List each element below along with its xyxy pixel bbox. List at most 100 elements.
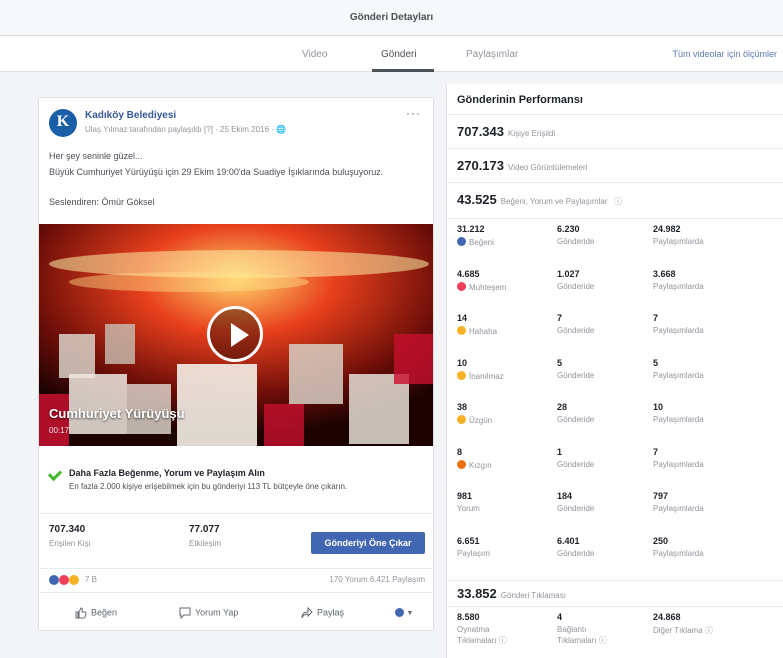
sad-reaction-icon (457, 415, 466, 424)
all-videos-metrics-link[interactable]: Tüm videolar için ölçümler (672, 49, 777, 59)
post-meta: Ulaş Yılmaz tarafından paylaşıldı [?] · … (85, 125, 286, 134)
clicks-value: 33.852 (457, 586, 497, 601)
play-clicks-value: 8.580 (457, 612, 480, 622)
breakdown-label: Gönderide (557, 549, 594, 558)
sad-reaction-icon (69, 575, 79, 585)
divider (447, 580, 783, 581)
play-button[interactable] (207, 306, 263, 362)
info-icon[interactable]: ⓘ (614, 197, 622, 206)
tab-post[interactable]: Gönderi (381, 49, 417, 60)
post-meta-text: Ulaş Yılmaz tarafından paylaşıldı [?] · … (85, 125, 277, 134)
post-actions: Beğen Yorum Yap Paylaş ▼ (39, 592, 433, 630)
play-icon (231, 323, 249, 347)
breakdown-cell-on-post: 6.401 Gönderide (557, 536, 594, 558)
play-clicks-cell: 8.580 Oynatma Tıklamaları ⓘ (457, 612, 507, 646)
video-duration: 00:17 (49, 426, 70, 435)
breakdown-label-text: Gönderide (557, 370, 595, 380)
like-button[interactable]: Beğen (75, 607, 117, 619)
audience-selector[interactable]: ▼ (395, 607, 413, 618)
breakdown-label: Paylaşımlarda (653, 415, 704, 424)
breakdown-label: Gönderide (557, 237, 594, 246)
info-icon[interactable]: ⓘ (599, 636, 607, 645)
breakdown-value: 6.230 (557, 224, 580, 234)
breakdown-label: Paylaşımlarda (653, 504, 704, 513)
boost-suggestion: Daha Fazla Beğenme, Yorum ve Paylaşım Al… (39, 456, 433, 514)
page-name[interactable]: Kadıköy Belediyesi (85, 110, 176, 121)
post-text-line-1: Her şey seninle güzel... (49, 151, 143, 161)
breakdown-value: 8 (457, 446, 463, 457)
breakdown-value: 6.651 (457, 535, 480, 546)
breakdown-label: Gönderide (557, 504, 594, 513)
breakdown-label: Kızgın (457, 459, 492, 470)
breakdown-label: Muhteşem (457, 281, 507, 292)
breakdown-value: 250 (653, 535, 669, 546)
info-icon[interactable]: ⓘ (705, 626, 713, 635)
reaction-count[interactable]: 7 B (85, 575, 97, 584)
breakdown-label: Paylaşımlarda (653, 237, 704, 246)
breakdown-label: Gönderide (557, 415, 594, 424)
engagement-total-label: Beğeni, Yorum ve Paylaşımlar (500, 197, 608, 206)
video-thumbnail[interactable]: Cumhuriyet Yürüyüşü 00:17 (39, 224, 433, 446)
breakdown-label-text: Paylaşımlarda (653, 548, 704, 558)
breakdown-cell-on-shares: 7 Paylaşımlarda (653, 447, 704, 469)
tab-shares[interactable]: Paylaşımlar (466, 49, 518, 60)
boost-post-button[interactable]: Gönderiyi Öne Çıkar (311, 532, 425, 554)
play-clicks-label-2: Tıklamaları ⓘ (457, 635, 507, 646)
breakdown-cell-on-shares: 3.668 Paylaşımlarda (653, 269, 704, 291)
reach-summary: 707.343 Kişiye Erişildi (457, 124, 555, 139)
post-card: K Kadıköy Belediyesi Ulaş Yılmaz tarafın… (38, 97, 434, 631)
link-clicks-value: 4 (557, 612, 563, 622)
play-clicks-label-1: Oynatma (457, 625, 490, 634)
tab-bar: Video Gönderi Paylaşımlar Tüm videolar i… (0, 36, 783, 72)
breakdown-cell-on-post: 7 Gönderide (557, 313, 594, 335)
breakdown-value: 4.685 (457, 268, 480, 279)
performance-heading: Gönderinin Performansı (457, 94, 583, 106)
breakdown-cell-total: 4.685 Muhteşem (457, 269, 506, 292)
info-icon[interactable]: ⓘ (499, 636, 507, 645)
comment-button[interactable]: Yorum Yap (179, 607, 238, 619)
post-performance-panel: Gönderinin Performansı 707.343 Kişiye Eri… (446, 84, 783, 658)
breakdown-value: 28 (557, 402, 568, 412)
tab-video[interactable]: Video (302, 49, 327, 60)
breakdown-label-text: Muhteşem (469, 282, 507, 292)
comments-shares-count[interactable]: 170 Yorum 6.421 Paylaşım (329, 575, 425, 584)
divider (447, 148, 783, 149)
boost-title: Daha Fazla Beğenme, Yorum ve Paylaşım Al… (69, 468, 265, 478)
breakdown-label-text: Paylaşım (457, 548, 490, 558)
reach-value: 707.343 (457, 124, 504, 139)
breakdown-value: 981 (457, 491, 473, 501)
breakdown-cell-on-shares: 24.982 Paylaşımlarda (653, 224, 704, 246)
share-button[interactable]: Paylaş (301, 607, 344, 619)
breakdown-cell-on-post: 28 Gönderide (557, 402, 594, 424)
other-clicks-cell: 24.868 Diğer Tıklama ⓘ (653, 612, 713, 636)
breakdown-label-text: Gönderide (557, 326, 595, 335)
angry-reaction-icon (457, 459, 466, 469)
link-clicks-cell: 4 Bağlantı Tıklamaları ⓘ (557, 612, 607, 646)
breakdown-label-text: Gönderide (557, 237, 595, 246)
play-clicks-label-2-text: Tıklamaları (457, 636, 497, 645)
breakdown-cell-on-shares: 10 Paylaşımlarda (653, 402, 704, 424)
breakdown-label-text: Paylaşımlarda (653, 415, 704, 424)
breakdown-label-text: Paylaşımlarda (653, 459, 704, 469)
breakdown-value: 10 (457, 357, 468, 368)
reached-people-stat: 707.340 Erişilen Kişi (49, 524, 90, 548)
more-options-icon[interactable]: ··· (406, 106, 421, 120)
breakdown-value: 1 (557, 446, 563, 457)
breakdown-label: Üzgün (457, 415, 492, 425)
page-avatar[interactable]: K (49, 109, 77, 137)
engagement-total-value: 43.525 (457, 192, 497, 207)
globe-icon: 🌐 (276, 125, 287, 134)
breakdown-label: Gönderide (557, 460, 594, 469)
reached-value: 707.340 (49, 524, 86, 535)
breakdown-label: İnanılmaz (457, 370, 504, 381)
breakdown-value: 7 (653, 446, 659, 457)
love-reaction-icon (59, 575, 69, 585)
other-clicks-label: Diğer Tıklama ⓘ (653, 625, 713, 636)
reached-label: Erişilen Kişi (49, 539, 91, 548)
dialog-title: Gönderi Detayları (349, 12, 434, 23)
divider (447, 218, 783, 219)
breakdown-label: Beğeni (457, 237, 494, 247)
active-tab-indicator (372, 69, 434, 72)
breakdown-label: Paylaşımlarda (653, 282, 704, 291)
breakdown-cell-on-post: 5 Gönderide (557, 358, 594, 380)
